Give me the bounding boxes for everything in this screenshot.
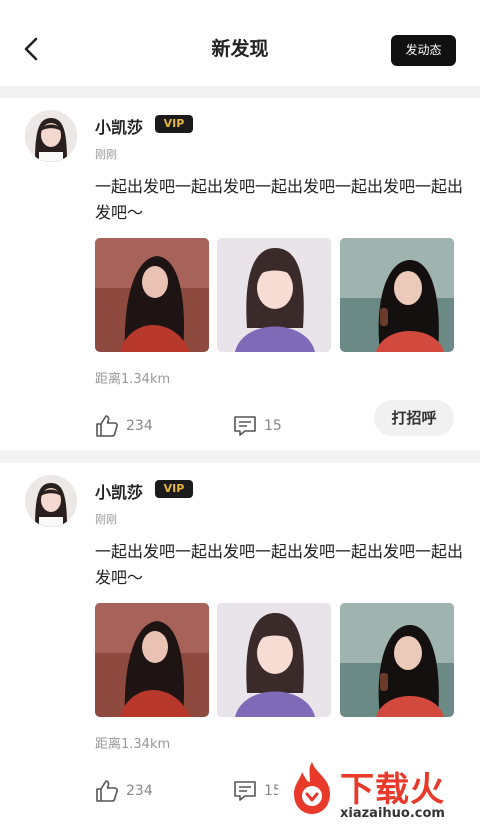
post-time: 刚刚: [95, 148, 117, 161]
top-nav-bar: 新发现 发动态: [0, 0, 480, 86]
vip-badge: VIP: [155, 115, 193, 133]
post-text: 一起出发吧一起出发吧一起出发吧一起出发吧一起出发吧～: [95, 177, 464, 222]
distance-label: 距离1.34km: [95, 737, 171, 752]
post-card: 小凯莎 VIP 刚刚 一起出发吧一起出发吧一起出发吧一起出发吧一起出发吧～ 距离…: [0, 98, 480, 450]
thumbs-up-icon: [96, 780, 118, 802]
watermark-url: xiazaihuo.com: [340, 806, 445, 821]
post-photo[interactable]: [217, 238, 331, 352]
watermark-brand: 下载火: [340, 770, 445, 810]
distance-label: 距离1.34km: [95, 372, 171, 387]
post-photo[interactable]: [95, 603, 209, 717]
post-photo[interactable]: [95, 238, 209, 352]
avatar-image: [25, 110, 77, 162]
like-count: 234: [126, 783, 153, 799]
vip-badge: VIP: [155, 480, 193, 498]
comment-button[interactable]: 15: [232, 776, 282, 806]
post-photo[interactable]: [340, 238, 454, 352]
post-status-button[interactable]: 发动态: [391, 35, 456, 66]
comment-icon: [234, 416, 256, 436]
username[interactable]: 小凯莎: [95, 479, 143, 503]
like-count: 234: [126, 418, 153, 434]
avatar[interactable]: [25, 475, 77, 527]
avatar[interactable]: [25, 110, 77, 162]
post-text: 一起出发吧一起出发吧一起出发吧一起出发吧一起出发吧～: [95, 542, 464, 587]
greet-button[interactable]: 打招呼: [374, 400, 454, 436]
avatar-image: [25, 475, 77, 527]
thumbs-up-icon: [96, 415, 118, 437]
like-button[interactable]: 234: [94, 776, 153, 806]
watermark: 下载火 xiazaihuo.com: [278, 756, 480, 824]
flame-logo-icon: [294, 762, 330, 814]
post-time: 刚刚: [95, 513, 117, 526]
username[interactable]: 小凯莎: [95, 114, 143, 138]
post-photo[interactable]: [340, 603, 454, 717]
comment-button[interactable]: 15: [232, 411, 282, 441]
like-button[interactable]: 234: [94, 411, 153, 441]
comment-icon: [234, 781, 256, 801]
comment-count: 15: [264, 418, 282, 434]
post-photo[interactable]: [217, 603, 331, 717]
